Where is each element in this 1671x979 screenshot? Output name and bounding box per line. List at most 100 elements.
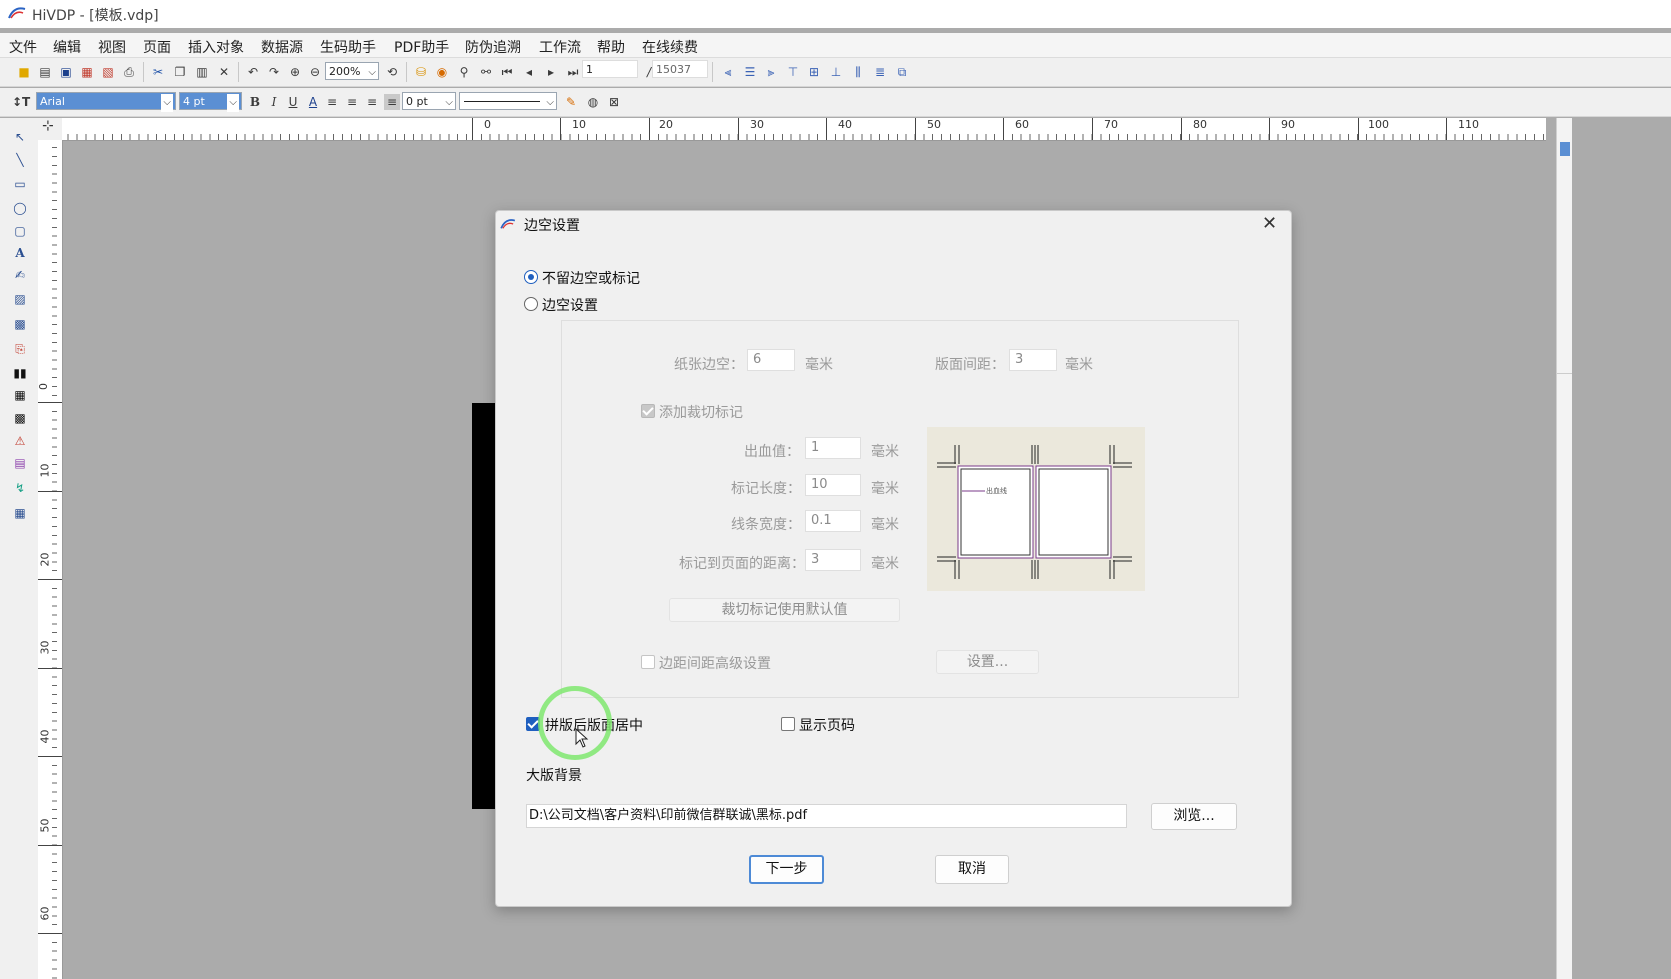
ruler-corner[interactable]: ⊹ <box>38 118 62 140</box>
distribute-v-icon[interactable]: ≣ <box>872 64 888 80</box>
radio-no-margin[interactable] <box>524 270 538 284</box>
align-center-icon[interactable]: ☰ <box>742 64 758 80</box>
zoom-out-icon[interactable]: ⊖ <box>307 64 323 80</box>
menu-page[interactable]: 页面 <box>143 37 171 57</box>
cancel-button[interactable]: 取消 <box>935 855 1009 884</box>
paper-margin-input[interactable]: 6 <box>747 349 795 371</box>
next-page-icon[interactable]: ▸ <box>543 64 559 80</box>
datamatrix-tool-icon[interactable]: ▩ <box>12 411 28 425</box>
font-size-select[interactable]: 4 pt ⌵ <box>179 92 242 112</box>
anti-fake-tool-icon[interactable]: ⚠ <box>12 434 28 448</box>
align-middle-icon[interactable]: ⊞ <box>806 64 822 80</box>
menu-code-assistant[interactable]: 生码助手 <box>320 37 376 57</box>
qrcode-tool-icon[interactable]: ▦ <box>12 388 28 402</box>
copy-icon[interactable]: ❐ <box>172 64 188 80</box>
line-style-select[interactable]: ⌵ <box>459 92 557 110</box>
undo-icon[interactable]: ↶ <box>245 64 261 80</box>
menu-renew[interactable]: 在线续费 <box>642 37 698 57</box>
prev-page-icon[interactable]: ◂ <box>521 64 537 80</box>
line-width-select[interactable]: 0 pt ⌵ <box>402 92 456 110</box>
font-color-icon[interactable]: A <box>305 94 321 110</box>
page-current-input[interactable]: 1 <box>582 60 638 78</box>
select-tool-icon[interactable]: ↖ <box>12 130 28 144</box>
page-gap-input[interactable]: 3 <box>1009 349 1057 371</box>
bleed-input[interactable]: 1 <box>805 437 861 459</box>
radio-margin[interactable] <box>524 297 538 311</box>
same-size-icon[interactable]: ⧉ <box>894 64 910 80</box>
text-tool-icon[interactable]: A <box>12 246 28 260</box>
paragraph-tool-icon[interactable]: ✍ <box>12 268 28 282</box>
mark-length-input[interactable]: 10 <box>805 474 861 496</box>
paste-icon[interactable]: ▥ <box>194 64 210 80</box>
open-icon[interactable]: ▤ <box>37 64 53 80</box>
rect-tool-icon[interactable]: ▭ <box>12 177 28 191</box>
cut-icon[interactable]: ✂ <box>150 64 166 80</box>
add-crop-marks-checkbox[interactable] <box>641 404 655 418</box>
menu-anti-fake[interactable]: 防伪追溯 <box>465 37 521 57</box>
italic-icon[interactable]: I <box>266 94 282 110</box>
text-align-left-icon[interactable]: ≡ <box>324 94 340 110</box>
rounded-rect-tool-icon[interactable]: ▢ <box>12 224 28 238</box>
search-icon[interactable]: ⚲ <box>456 64 472 80</box>
underline-icon[interactable]: U <box>285 94 301 110</box>
menu-view[interactable]: 视图 <box>98 37 126 57</box>
align-top-icon[interactable]: ⊤ <box>785 64 801 80</box>
next-button[interactable]: 下一步 <box>749 855 824 884</box>
grid-code-tool-icon[interactable]: ▤ <box>12 456 28 470</box>
pdf-export-icon[interactable]: ▧ <box>100 64 116 80</box>
redo-icon[interactable]: ↷ <box>266 64 282 80</box>
delete-icon[interactable]: ✕ <box>216 64 232 80</box>
pdf-icon[interactable]: ▦ <box>79 64 95 80</box>
right-panel[interactable] <box>1556 118 1572 979</box>
image-tool-icon[interactable]: ▨ <box>12 292 28 306</box>
zoom-in-icon[interactable]: ⊕ <box>287 64 303 80</box>
text-align-center-icon[interactable]: ≡ <box>344 94 360 110</box>
background-path-input[interactable]: D:\公司文档\客户资料\印前微信群联诚\黑标.pdf <box>526 804 1127 828</box>
align-left-icon[interactable]: ⫷ <box>720 64 736 80</box>
menu-data-source[interactable]: 数据源 <box>261 37 303 57</box>
first-page-icon[interactable]: ⏮ <box>499 64 515 80</box>
advanced-margin-checkbox[interactable] <box>641 655 655 669</box>
menu-file[interactable]: 文件 <box>9 37 37 57</box>
menu-edit[interactable]: 编辑 <box>53 37 81 57</box>
rotate-icon[interactable]: ⟲ <box>384 64 400 80</box>
print-icon[interactable]: ⎙ <box>121 64 137 80</box>
browse-button[interactable]: 浏览... <box>1151 803 1237 830</box>
variable-image-tool-icon[interactable]: ▩ <box>12 317 28 331</box>
text-size-icon[interactable]: ↕T <box>12 94 30 110</box>
barcode-tool-icon[interactable]: ▮▮ <box>12 366 28 380</box>
save-icon[interactable]: ▣ <box>58 64 74 80</box>
default-marks-button[interactable]: 裁切标记使用默认值 <box>669 598 900 622</box>
pdf-tool-icon[interactable]: ⎘ <box>12 342 28 356</box>
zoom-select[interactable]: 200% ⌵ <box>325 62 379 80</box>
line-width-input[interactable]: 0.1 <box>805 510 861 532</box>
last-page-icon[interactable]: ⏭ <box>565 64 581 80</box>
fill-pattern-icon[interactable]: ◍ <box>585 94 601 110</box>
advanced-settings-button[interactable]: 设置... <box>936 650 1039 674</box>
ellipse-tool-icon[interactable]: ◯ <box>12 201 28 215</box>
no-fill-icon[interactable]: ⊠ <box>606 94 622 110</box>
bold-icon[interactable]: B <box>247 94 263 110</box>
curve-tool-icon[interactable]: ↯ <box>12 481 28 495</box>
distribute-h-icon[interactable]: ⫼ <box>850 64 866 80</box>
align-right-icon[interactable]: ⫸ <box>763 64 779 80</box>
new-icon[interactable]: ■ <box>16 64 32 80</box>
find-replace-icon[interactable]: ⚯ <box>478 64 494 80</box>
menu-insert-object[interactable]: 插入对象 <box>188 37 244 57</box>
fill-color-icon[interactable]: ✎ <box>563 94 579 110</box>
show-page-number-checkbox[interactable] <box>781 717 795 731</box>
font-select[interactable]: Arial ⌵ <box>36 92 176 112</box>
mark-distance-input[interactable]: 3 <box>805 549 861 571</box>
text-align-right-icon[interactable]: ≡ <box>364 94 380 110</box>
database-icon[interactable]: ⛁ <box>413 64 429 80</box>
text-justify-icon[interactable]: ≡ <box>384 94 400 110</box>
menu-help[interactable]: 帮助 <box>597 37 625 57</box>
h-ruler-label-10: 10 <box>572 118 586 131</box>
menu-pdf-assistant[interactable]: PDF助手 <box>394 37 449 57</box>
table-tool-icon[interactable]: ▦ <box>12 506 28 520</box>
close-icon[interactable]: ✕ <box>1262 213 1277 234</box>
line-tool-icon[interactable]: ╲ <box>12 153 28 167</box>
align-bottom-icon[interactable]: ⊥ <box>828 64 844 80</box>
data-icon[interactable]: ◉ <box>434 64 450 80</box>
menu-workflow[interactable]: 工作流 <box>539 37 581 57</box>
